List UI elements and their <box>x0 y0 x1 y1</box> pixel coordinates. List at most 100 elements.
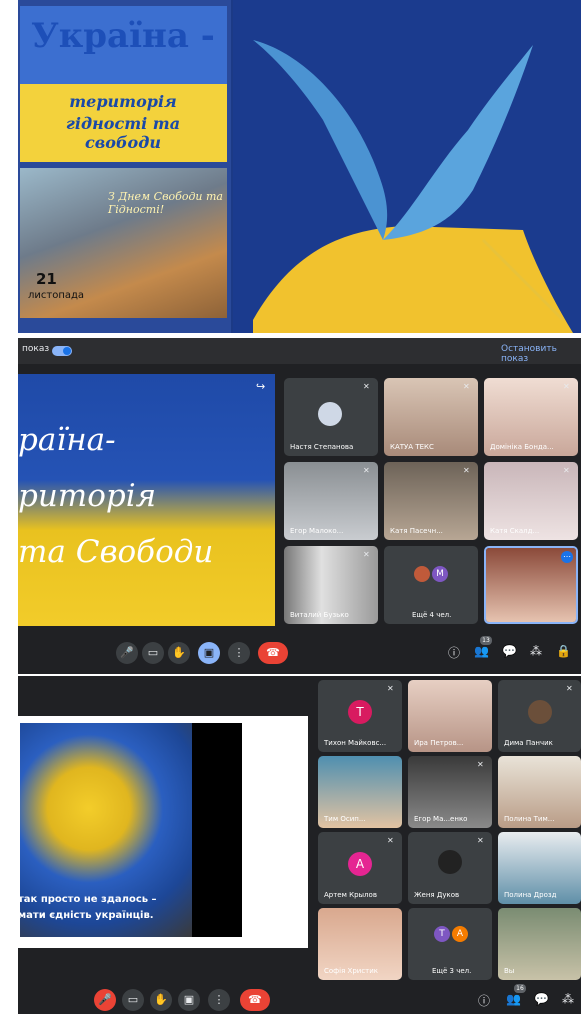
poster-subtitle-line2: гідності та свободи <box>65 114 181 152</box>
present-button[interactable]: ▣ <box>178 989 200 1011</box>
participant-name: Тихон Майковс... <box>324 739 387 747</box>
participant-tile[interactable]: Полина Тим... <box>498 756 581 828</box>
more-participants-tile[interactable]: Т А Ещё 3 чел. <box>408 908 492 980</box>
chat-icon[interactable]: 💬 <box>502 644 517 658</box>
mic-button[interactable]: 🎤 <box>94 989 116 1011</box>
info-icon[interactable]: ⓘ <box>478 992 490 1009</box>
avatar <box>438 850 462 874</box>
mic-off-icon: ✕ <box>566 684 573 693</box>
participant-name: Полина Тим... <box>504 815 555 823</box>
mic-off-icon: ✕ <box>363 466 370 475</box>
mic-button[interactable]: 🎤 <box>116 642 138 664</box>
avatar <box>414 566 430 582</box>
participant-name: Домініка Бонда... <box>490 443 554 451</box>
avatar: А <box>452 926 468 942</box>
shared-text-line: раїна- <box>18 422 116 458</box>
crane-wing-yellow <box>253 226 573 333</box>
tile-options-icon[interactable]: ⋯ <box>561 551 573 563</box>
raise-hand-button[interactable]: ✋ <box>150 989 172 1011</box>
presentation-toggle[interactable] <box>52 346 72 356</box>
more-participants-label: Ещё 3 чел. <box>432 967 472 975</box>
shared-caption-line1: так просто не здалось – <box>18 894 157 905</box>
poster-photo-area: Україна - територія гідності та свободи … <box>18 0 581 333</box>
presentation-topbar: показ Остановить показ <box>18 338 581 364</box>
mic-off-icon: ✕ <box>387 836 394 845</box>
end-call-button[interactable]: ☎ <box>258 642 288 664</box>
shared-screen: так просто не здалось – мати єдність укр… <box>18 716 308 948</box>
participant-tile[interactable]: ✕ Катя Скалд... <box>484 462 578 540</box>
activities-icon[interactable]: ⁂ <box>530 644 542 658</box>
participant-name: Егор Малоко... <box>290 527 344 535</box>
poster-title: Україна - <box>31 16 215 56</box>
participant-tile[interactable]: ✕ Домініка Бонда... <box>484 378 578 456</box>
participant-tile[interactable]: ✕ Женя Дуков <box>408 832 492 904</box>
participant-tile[interactable]: Тим Осип... <box>318 756 402 828</box>
avatar: Т <box>348 700 372 724</box>
self-tile[interactable]: Вы <box>498 908 581 980</box>
shared-caption-line2: мати єдність українців. <box>18 910 154 921</box>
more-options-button[interactable]: ⋮ <box>228 642 250 664</box>
participant-name: Тим Осип... <box>324 815 366 823</box>
more-participants-tile[interactable]: M Ещё 4 чел. <box>384 546 478 624</box>
mic-off-icon: ✕ <box>387 684 394 693</box>
avatar <box>528 700 552 724</box>
lock-icon[interactable]: 🔒 <box>556 644 571 658</box>
participant-name: Полина Дрозд <box>504 891 557 899</box>
more-options-button[interactable]: ⋮ <box>208 989 230 1011</box>
participant-name: Ира Петров... <box>414 739 464 747</box>
participant-tile[interactable]: ✕ Егор Малоко... <box>284 462 378 540</box>
stop-presenting-button[interactable]: Остановить показ <box>501 344 581 364</box>
crane-illustration <box>253 40 573 333</box>
participant-tile[interactable]: ✕ Настя Степанова <box>284 378 378 456</box>
mic-off-icon: ✕ <box>463 382 470 391</box>
participant-tile[interactable]: ✕ Егор Ма...енко <box>408 756 492 828</box>
shared-screen: раїна- риторія та Свободи ↪ ⚙ ▭ ⛶ <box>18 374 275 626</box>
avatar: M <box>432 566 448 582</box>
participant-name: Катя Пасечн... <box>390 527 443 535</box>
participant-tile[interactable]: Т ✕ Тихон Майковс... <box>318 680 402 752</box>
participant-tile[interactable]: ✕ КАТУА ТЕКС <box>384 378 478 456</box>
mic-off-icon: ✕ <box>463 466 470 475</box>
participant-tile[interactable]: Ира Петров... <box>408 680 492 752</box>
activities-icon[interactable]: ⁂ <box>562 992 574 1006</box>
shared-text-line: та Свободи <box>18 534 214 570</box>
participant-name: Дима Панчик <box>504 739 553 747</box>
avatar: А <box>348 852 372 876</box>
mic-off-icon: ✕ <box>363 382 370 391</box>
presentation-label: показ <box>22 344 50 354</box>
end-call-button[interactable]: ☎ <box>240 989 270 1011</box>
participant-name: Женя Дуков <box>414 891 460 899</box>
people-icon[interactable]: 👥 <box>506 992 521 1006</box>
mic-off-icon: ✕ <box>363 550 370 559</box>
chat-icon[interactable]: 💬 <box>534 992 549 1006</box>
self-tile[interactable]: ⋯ <box>484 546 578 624</box>
participant-name: Виталий Бузько <box>290 611 349 619</box>
camera-button[interactable]: ▭ <box>142 642 164 664</box>
info-icon[interactable]: ⓘ <box>448 644 460 661</box>
participant-name: Катя Скалд... <box>490 527 540 535</box>
shared-text-line: риторія <box>18 478 157 514</box>
participant-name: Вы <box>504 967 515 975</box>
more-participants-label: Ещё 4 чел. <box>412 611 452 619</box>
mic-off-icon: ✕ <box>477 836 484 845</box>
mic-off-icon: ✕ <box>563 382 570 391</box>
participant-tile[interactable]: Софія Христик <box>318 908 402 980</box>
participant-tile[interactable]: А ✕ Артем Крылов <box>318 832 402 904</box>
camera-button[interactable]: ▭ <box>122 989 144 1011</box>
share-icon[interactable]: ↪ <box>256 380 265 393</box>
participant-tile[interactable]: ✕ Дима Панчик <box>498 680 581 752</box>
participant-tile[interactable]: ✕ Катя Пасечн... <box>384 462 478 540</box>
poster-date-month: листопада <box>28 290 85 301</box>
poster-photo-caption: З Днем Свободи та Гідності! <box>108 190 223 216</box>
participant-name: КАТУА ТЕКС <box>390 443 434 451</box>
people-icon[interactable]: 👥 <box>474 644 489 658</box>
participant-tile[interactable]: Полина Дрозд <box>498 832 581 904</box>
present-button[interactable]: ▣ <box>198 642 220 664</box>
flag-backdrop <box>233 0 581 333</box>
participant-tile[interactable]: ✕ Виталий Бузько <box>284 546 378 624</box>
participant-name: Настя Степанова <box>290 443 354 451</box>
poster-date-day: 21 <box>36 270 57 288</box>
participant-name: Артем Крылов <box>324 891 377 899</box>
raise-hand-button[interactable]: ✋ <box>168 642 190 664</box>
meet-window-1: показ Остановить показ раїна- риторія та… <box>18 338 581 674</box>
